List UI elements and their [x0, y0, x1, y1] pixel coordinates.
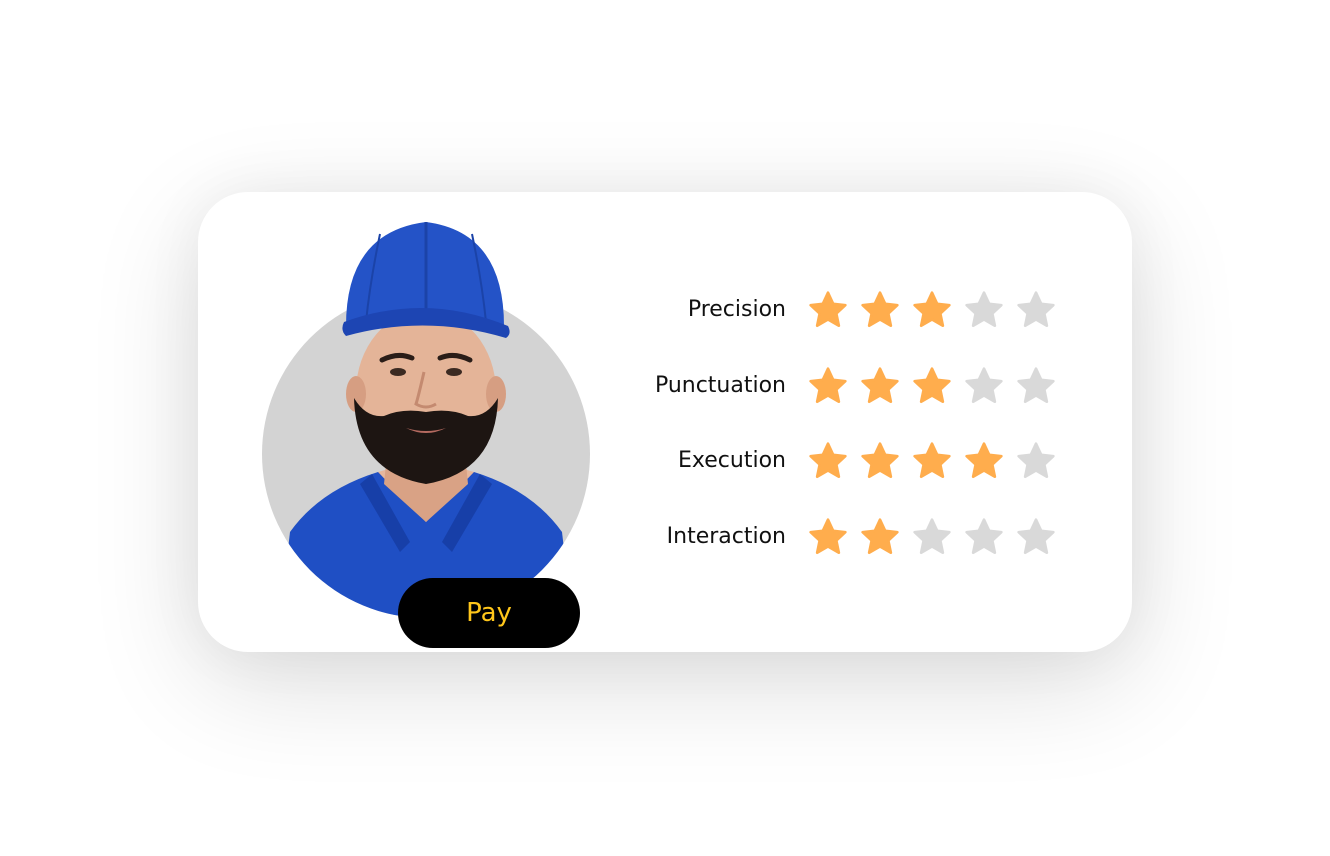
- star-filled-icon[interactable]: [860, 517, 900, 557]
- rating-card: Pay Precision Punctuation Execution Inte…: [198, 192, 1132, 652]
- star-filled-icon[interactable]: [808, 441, 848, 481]
- star-rating: [808, 515, 1068, 559]
- rating-row-interaction: Interaction: [628, 515, 1068, 591]
- star-filled-icon[interactable]: [964, 441, 1004, 481]
- rating-label: Execution: [678, 448, 786, 473]
- worker-photo: [280, 222, 572, 618]
- rating-label: Precision: [687, 297, 786, 322]
- rating-label: Interaction: [666, 523, 786, 549]
- rating-row-execution: Execution: [628, 439, 1068, 515]
- star-empty-icon[interactable]: [964, 366, 1004, 406]
- star-filled-icon[interactable]: [912, 441, 952, 481]
- ratings-list: Precision Punctuation Execution Interact…: [628, 288, 1068, 590]
- star-filled-icon[interactable]: [808, 290, 848, 330]
- star-empty-icon[interactable]: [1016, 517, 1056, 557]
- star-rating: [808, 439, 1068, 483]
- pay-button[interactable]: Pay: [398, 578, 580, 648]
- star-empty-icon[interactable]: [964, 290, 1004, 330]
- star-filled-icon[interactable]: [912, 290, 952, 330]
- star-empty-icon[interactable]: [1016, 441, 1056, 481]
- star-empty-icon[interactable]: [1016, 290, 1056, 330]
- worker-avatar: Pay: [260, 222, 592, 648]
- star-filled-icon[interactable]: [808, 517, 848, 557]
- star-filled-icon[interactable]: [860, 441, 900, 481]
- rating-label: Punctuation: [654, 372, 786, 398]
- star-filled-icon[interactable]: [860, 290, 900, 330]
- rating-row-punctuation: Punctuation: [628, 364, 1068, 440]
- star-filled-icon[interactable]: [860, 366, 900, 406]
- star-filled-icon[interactable]: [912, 366, 952, 406]
- star-empty-icon[interactable]: [1016, 366, 1056, 406]
- star-empty-icon[interactable]: [964, 517, 1004, 557]
- star-filled-icon[interactable]: [808, 366, 848, 406]
- star-empty-icon[interactable]: [912, 517, 952, 557]
- star-rating: [808, 288, 1068, 332]
- rating-row-precision: Precision: [628, 288, 1068, 364]
- star-rating: [808, 364, 1068, 408]
